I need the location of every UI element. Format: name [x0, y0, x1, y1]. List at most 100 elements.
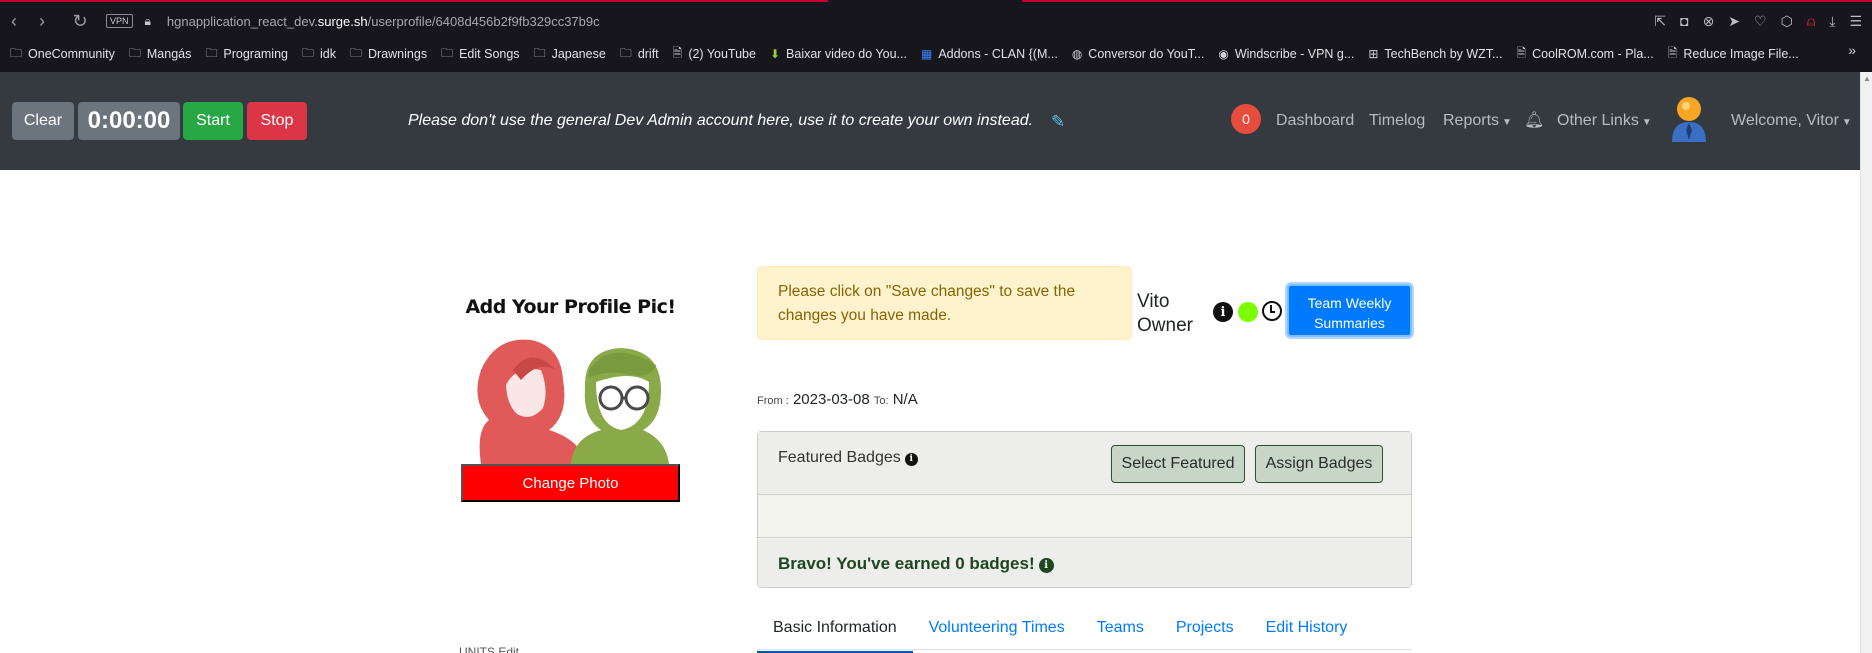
clock-icon[interactable]	[1262, 301, 1282, 321]
bookmark-item[interactable]: 🗀︎ Mangás	[129, 44, 192, 65]
bookmark-item[interactable]: 🗎︎ CoolROM.com - Pla...	[1516, 44, 1653, 65]
bookmark-item[interactable]: 🗀︎ idk	[302, 44, 336, 65]
info-icon[interactable]: i	[1038, 558, 1054, 573]
to-date: N/A	[892, 391, 918, 408]
profile-pic-title: Add Your Profile Pic!	[465, 296, 676, 318]
nav-other-links-label: Other Links	[1557, 112, 1639, 129]
share-icon[interactable]: ⇱	[1654, 13, 1666, 30]
page-icon: 🗎︎	[672, 45, 683, 60]
nav-other-links[interactable]: Other Links ▼	[1557, 112, 1652, 130]
vpn-badge[interactable]: VPN	[106, 14, 133, 28]
folder-icon: 🗀︎	[205, 45, 218, 60]
info-icon[interactable]: i	[1213, 302, 1233, 322]
tabs-divider	[757, 649, 1412, 650]
address-bar-row: ‹ › ↻ VPN 🔒︎ hgnapplication_react_dev.su…	[0, 5, 1872, 37]
tab-basic-information[interactable]: Basic Information	[757, 615, 913, 653]
forward-icon[interactable]: ›	[28, 11, 56, 32]
bookmark-item[interactable]: 🗀︎ Programing	[205, 44, 288, 65]
bookmark-item[interactable]: 🗀︎ Japanese	[534, 44, 606, 65]
browser-chrome: ‹ › ↻ VPN 🔒︎ hgnapplication_react_dev.su…	[0, 0, 1872, 72]
featured-badges-label: Featured Badges	[778, 449, 901, 466]
active-status-indicator[interactable]	[1238, 302, 1258, 322]
cube-icon[interactable]: ⬡	[1781, 13, 1793, 30]
assign-badges-button[interactable]: Assign Badges	[1255, 445, 1383, 483]
nav-welcome-user[interactable]: Welcome, Vitor ▼	[1731, 112, 1852, 130]
windscribe-icon: ◉	[1218, 47, 1229, 61]
profile-icon[interactable]: ⍝	[1807, 13, 1815, 30]
date-range: From : 2023-03-08 To: N/A	[757, 391, 918, 408]
bookmark-item[interactable]: ⬇ Baixar video do You...	[770, 47, 907, 61]
stop-button[interactable]: Stop	[247, 102, 307, 140]
info-icon[interactable]: i	[904, 452, 918, 466]
change-photo-button[interactable]: Change Photo	[461, 464, 680, 502]
badges-card-footer: Bravo! You've earned 0 badges! i	[758, 539, 1411, 587]
scroll-up-icon[interactable]: ▲	[1863, 74, 1871, 83]
app-header: Clear 0:00:00 Start Stop Please don't us…	[0, 72, 1860, 170]
lock-icon[interactable]: 🔒︎	[145, 14, 151, 29]
welcome-label: Welcome, Vitor	[1731, 112, 1839, 129]
edit-notice-icon[interactable]: ✎	[1051, 112, 1065, 132]
send-icon[interactable]: ➤	[1728, 13, 1740, 30]
team-weekly-summaries-button[interactable]: Team Weekly Summaries	[1287, 284, 1412, 337]
bookmark-label: (2) YouTube	[688, 47, 756, 61]
badges-card-header: Featured Badges i Select Featured Assign …	[758, 432, 1411, 495]
bookmarks-bar: 🗀︎ OneCommunity 🗀︎ Mangás 🗀︎ Programing 🗀︎ idk 🗀…	[0, 42, 1872, 66]
tab-teams[interactable]: Teams	[1081, 615, 1160, 653]
tab-accent-line	[1022, 0, 1872, 2]
clear-button[interactable]: Clear	[12, 102, 74, 140]
heart-icon[interactable]: ♡	[1754, 13, 1767, 30]
nav-dashboard[interactable]: Dashboard	[1276, 112, 1354, 130]
partial-section-label: UNITS Edit	[459, 645, 520, 653]
calendar-icon: ▦	[920, 47, 933, 61]
nav-reports[interactable]: Reports ▼	[1443, 112, 1512, 130]
bookmark-label: CoolROM.com - Pla...	[1532, 47, 1654, 61]
from-label: From :	[757, 395, 789, 407]
camera-icon[interactable]: ◘	[1680, 13, 1688, 29]
header-notice: Please don't use the general Dev Admin a…	[408, 112, 1034, 129]
download-icon[interactable]: ⤓	[1829, 13, 1835, 30]
bookmark-label: OneCommunity	[28, 47, 115, 61]
nav-timelog[interactable]: Timelog	[1369, 112, 1425, 130]
bookmark-label: Mangás	[146, 47, 192, 61]
more-bookmarks-icon[interactable]: »	[1848, 42, 1856, 58]
back-icon[interactable]: ‹	[0, 11, 28, 32]
tab-volunteering-times[interactable]: Volunteering Times	[913, 615, 1081, 653]
bookmark-item[interactable]: 🗎︎ (2) YouTube	[673, 44, 756, 65]
nav-reports-label: Reports	[1443, 112, 1500, 129]
start-button[interactable]: Start	[183, 102, 243, 140]
reload-icon[interactable]: ↻	[66, 11, 94, 32]
chevron-down-icon: ▼	[1502, 117, 1512, 128]
chevron-down-icon: ▼	[1641, 117, 1652, 128]
bookmark-item[interactable]: 🗀︎ Edit Songs	[441, 44, 519, 65]
bookmark-item[interactable]: 🗀︎ OneCommunity	[10, 44, 115, 65]
url-field[interactable]: hgnapplication_react_dev.surge.sh/userpr…	[167, 14, 600, 29]
chevron-down-icon: ▼	[1841, 117, 1852, 128]
bookmark-item[interactable]: ◍ Conversor do YouT...	[1072, 47, 1205, 61]
select-featured-button[interactable]: Select Featured	[1111, 445, 1245, 483]
bookmark-label: Edit Songs	[459, 47, 520, 61]
bookmark-item[interactable]: 🗎︎ Reduce Image File...	[1668, 44, 1799, 65]
page-icon: 🗎︎	[1667, 45, 1678, 60]
notification-count-badge[interactable]: 0	[1231, 104, 1261, 134]
bookmark-item[interactable]: ◉ Windscribe - VPN g...	[1218, 47, 1354, 61]
tab-edit-history[interactable]: Edit History	[1250, 615, 1364, 653]
bookmark-label: Baixar video do You...	[786, 47, 907, 61]
tab-projects[interactable]: Projects	[1160, 615, 1250, 653]
bookmark-item[interactable]: ▦ Addons - CLAN {(M...	[921, 47, 1058, 61]
menu-icon[interactable]: ☰	[1849, 13, 1862, 30]
bookmark-item[interactable]: ⊞ TechBench by WZT...	[1368, 47, 1502, 61]
bookmark-label: TechBench by WZT...	[1384, 47, 1503, 61]
bookmark-label: Addons - CLAN {(M...	[938, 47, 1058, 61]
badges-earned-message: Bravo! You've earned 0 badges! i	[778, 554, 1054, 574]
user-avatar[interactable]	[1670, 96, 1708, 142]
page-scrollbar[interactable]: ▲	[1860, 72, 1872, 653]
bell-icon[interactable]: 🔔︎	[1524, 110, 1544, 130]
page-icon: 🗎︎	[1516, 45, 1527, 60]
badges-earned-text: Bravo! You've earned 0 badges!	[778, 554, 1035, 573]
bookmark-label: Windscribe - VPN g...	[1234, 47, 1355, 61]
bookmark-item[interactable]: 🗀︎ Drawnings	[350, 44, 427, 65]
badges-card: Featured Badges i Select Featured Assign …	[757, 431, 1412, 588]
bookmark-label: Japanese	[551, 47, 606, 61]
bookmark-item[interactable]: 🗀︎ drift	[620, 44, 659, 65]
block-icon[interactable]: ⊗	[1703, 13, 1715, 30]
